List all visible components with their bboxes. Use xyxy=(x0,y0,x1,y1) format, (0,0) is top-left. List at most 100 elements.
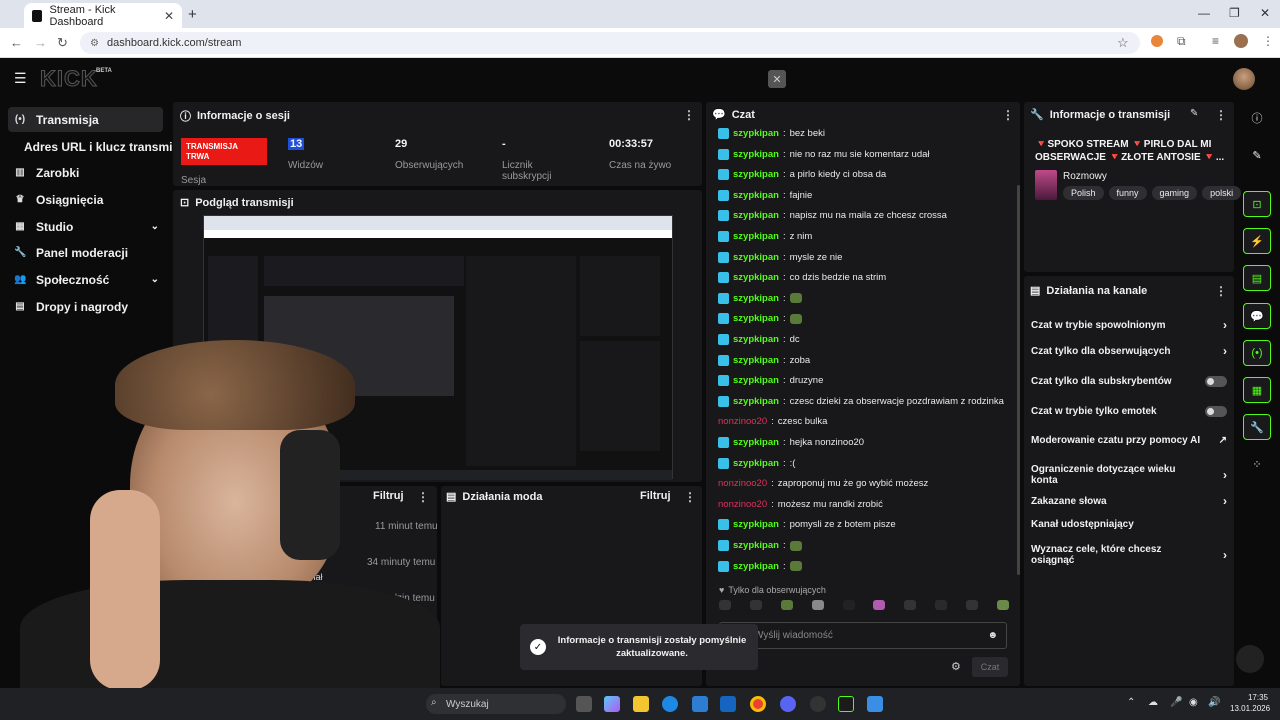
emote-icon[interactable] xyxy=(719,600,731,610)
maximize-icon[interactable]: ❐ xyxy=(1229,6,1240,20)
emoji-icon[interactable]: ☻ xyxy=(987,630,998,641)
category-name[interactable]: Rozmowy xyxy=(1063,171,1107,182)
tag[interactable]: polski xyxy=(1202,186,1242,200)
category-thumbnail[interactable] xyxy=(1035,170,1057,200)
lightning-icon[interactable]: ⚡ xyxy=(1243,228,1271,254)
chat-send-button[interactable]: Czat xyxy=(972,657,1008,677)
chat-username[interactable]: szypkipan xyxy=(733,355,779,366)
wrench-icon[interactable]: 🔧 xyxy=(1243,414,1271,440)
forward-icon[interactable]: → xyxy=(34,35,47,50)
broadcast-icon[interactable]: (•) xyxy=(1243,340,1271,366)
chat-username[interactable]: szypkipan xyxy=(733,293,779,304)
task-view-icon[interactable] xyxy=(576,696,592,712)
minimize-icon[interactable]: — xyxy=(1198,6,1210,20)
chat-username[interactable]: szypkipan xyxy=(733,169,779,180)
channel-action-item[interactable]: Kanał udostępniający xyxy=(1031,519,1227,530)
preview-toggle-icon[interactable]: ⊡ xyxy=(1243,191,1271,217)
volume-icon[interactable]: 🔊 xyxy=(1208,697,1220,708)
kick-logo[interactable]: KICK xyxy=(40,66,98,92)
chat-input[interactable]: Wyślij wiadomość ☻ xyxy=(719,622,1007,649)
channel-action-item[interactable]: Ograniczenie dotyczące wieku konta › xyxy=(1031,464,1227,486)
info-icon[interactable]: ⓘ xyxy=(1243,105,1271,131)
edit-pencil-icon[interactable]: ✎ xyxy=(1190,108,1198,119)
edge-icon[interactable] xyxy=(662,696,678,712)
chat-username[interactable]: szypkipan xyxy=(733,519,779,530)
sidebar-item-studio[interactable]: ▦ Studio ⌄ xyxy=(8,214,163,239)
reading-list-icon[interactable]: ≡ xyxy=(1212,34,1219,48)
site-info-icon[interactable]: ⚙ xyxy=(90,38,99,49)
more-options-icon[interactable]: ⋮ xyxy=(1215,108,1227,122)
tag[interactable]: funny xyxy=(1108,186,1147,200)
sidebar-item-panel-moderacji[interactable]: 🔧 Panel moderacji xyxy=(8,240,163,265)
layout-icon[interactable]: ▦ xyxy=(1243,377,1271,403)
edit-pencil-icon[interactable]: ✎ xyxy=(1243,142,1271,168)
floating-action-button[interactable] xyxy=(1236,645,1264,673)
chat-scrollbar[interactable] xyxy=(1017,185,1020,575)
emote-icon[interactable] xyxy=(935,600,948,610)
chat-username[interactable]: nonzinoo20 xyxy=(718,499,767,510)
toggle-switch[interactable] xyxy=(1205,406,1227,417)
extension-icon[interactable] xyxy=(1151,35,1163,47)
more-options-icon[interactable]: ⋮ xyxy=(683,108,695,122)
toggle-switch[interactable] xyxy=(1205,376,1227,387)
app-icon[interactable] xyxy=(810,696,826,712)
back-icon[interactable]: ← xyxy=(10,35,23,50)
more-options-icon[interactable]: ⋮ xyxy=(417,490,429,504)
notes-icon[interactable]: ▤ xyxy=(1243,265,1271,291)
activity-filter-button[interactable]: Filtruj xyxy=(373,490,404,502)
puzzle-icon[interactable]: ⧉ xyxy=(1177,34,1186,49)
hamburger-icon[interactable]: ☰ xyxy=(14,70,27,87)
channel-action-item[interactable]: Zakazane słowa › xyxy=(1031,494,1227,508)
discord-icon[interactable] xyxy=(780,696,796,712)
channel-action-item[interactable]: Czat w trybie tylko emotek xyxy=(1031,406,1227,417)
chevron-down-icon[interactable]: ⌄ xyxy=(151,274,159,285)
network-icon[interactable]: ◉ xyxy=(1189,697,1198,708)
browser-menu-icon[interactable]: ⋮ xyxy=(1262,34,1274,48)
chat-username[interactable]: nonzinoo20 xyxy=(718,416,767,427)
emote-icon[interactable] xyxy=(780,600,793,610)
more-options-icon[interactable]: ⋮ xyxy=(1215,284,1227,298)
microphone-icon[interactable]: 🎤 xyxy=(1170,697,1182,708)
browser-tab[interactable]: Stream - Kick Dashboard ✕ xyxy=(24,3,182,28)
more-options-icon[interactable]: ⋮ xyxy=(684,490,696,504)
channel-action-item[interactable]: Wyznacz cele, które chcesz osiągnąć › xyxy=(1031,544,1227,566)
chat-username[interactable]: szypkipan xyxy=(733,396,779,407)
channel-action-item[interactable]: Moderowanie czatu przy pomocy AI ↗ xyxy=(1031,435,1227,446)
channel-action-item[interactable]: Czat w trybie spowolnionym › xyxy=(1031,318,1227,332)
close-icon[interactable]: ✕ xyxy=(768,70,786,88)
stream-preview-video[interactable] xyxy=(203,215,673,480)
emote-icon[interactable] xyxy=(811,600,824,610)
mod-filter-button[interactable]: Filtruj xyxy=(640,490,671,502)
taskbar-clock[interactable]: 17:35 13.01.2026 xyxy=(1230,692,1270,714)
chat-username[interactable]: szypkipan xyxy=(733,190,779,201)
chrome-icon[interactable] xyxy=(750,696,766,712)
chat-bubble-icon[interactable]: 💬 xyxy=(1243,303,1271,329)
chat-username[interactable]: szypkipan xyxy=(733,561,779,572)
chevron-down-icon[interactable]: ⌄ xyxy=(151,221,159,232)
sidebar-item-url-key[interactable]: Adres URL i klucz transmisji xyxy=(18,134,188,159)
emote-icon[interactable] xyxy=(966,600,978,610)
chat-username[interactable]: szypkipan xyxy=(733,252,779,263)
dots-grid-icon[interactable]: ⁘ xyxy=(1243,451,1271,477)
chat-username[interactable]: szypkipan xyxy=(733,231,779,242)
chat-username[interactable]: szypkipan xyxy=(733,375,779,386)
app-icon[interactable] xyxy=(867,696,883,712)
emote-icon[interactable] xyxy=(996,600,1009,610)
chat-username[interactable]: szypkipan xyxy=(733,458,779,469)
cloud-icon[interactable]: ☁ xyxy=(1148,697,1158,708)
sidebar-item-osiagniecia[interactable]: ♛ Osiągnięcia xyxy=(8,187,163,212)
taskbar-search[interactable]: Wyszukaj xyxy=(426,694,566,714)
url-field[interactable]: ⚙ dashboard.kick.com/stream xyxy=(80,32,1140,54)
user-avatar[interactable] xyxy=(1233,68,1255,90)
channel-action-item[interactable]: Czat tylko dla subskrybentów xyxy=(1031,376,1227,387)
chat-username[interactable]: szypkipan xyxy=(733,437,779,448)
chat-username[interactable]: nonzinoo20 xyxy=(718,478,767,489)
new-tab-button[interactable]: + xyxy=(188,6,197,23)
store-icon[interactable] xyxy=(720,696,736,712)
chat-username[interactable]: szypkipan xyxy=(733,272,779,283)
tab-close-icon[interactable]: ✕ xyxy=(164,9,174,23)
window-close-icon[interactable]: ✕ xyxy=(1260,6,1270,20)
more-options-icon[interactable]: ⋮ xyxy=(1002,108,1014,122)
outlook-icon[interactable] xyxy=(692,696,708,712)
file-explorer-icon[interactable] xyxy=(633,696,649,712)
